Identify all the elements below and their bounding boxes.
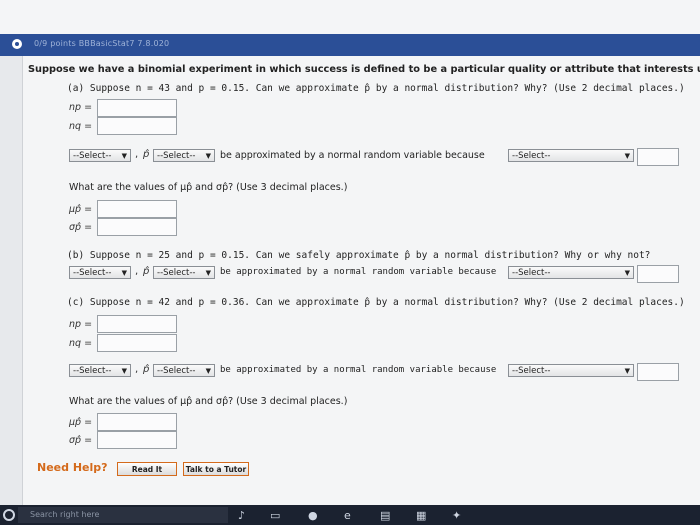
part-c-np-label: np = [69,319,93,330]
part-c-select-can-text: --Select-- [73,366,112,376]
part-b-select-can-text: --Select-- [73,268,112,278]
part-c-mu-input[interactable] [97,413,177,431]
dropdown-arrow-icon: ▼ [205,269,211,277]
question-status-icon [12,39,22,49]
part-c-mu-label: μp̂ = [69,417,93,428]
dropdown-arrow-icon: ▼ [624,367,630,375]
dropdown-arrow-icon: ▼ [624,269,630,277]
part-c-approx-text: be approximated by a normal random varia… [220,365,497,375]
part-a-p-hat: p̂ [143,149,150,160]
dropdown-arrow-icon: ▼ [205,367,211,375]
taskbar: Search right here ♪ ▭ ● e ▤ ▦ ✦ [0,505,700,525]
edge-icon[interactable]: e [344,509,351,522]
part-b-comma: , [135,266,139,277]
part-a-question: (a) Suppose n = 43 and p = 0.15. Can we … [67,83,685,94]
part-b-select-reason[interactable]: --Select-- ▼ [508,266,634,279]
part-c-select-will[interactable]: --Select-- ▼ [153,364,215,377]
talk-to-tutor-button[interactable]: Talk to a Tutor [183,462,249,476]
part-a-nq-input[interactable] [97,117,177,135]
part-c-sigma-input[interactable] [97,431,177,449]
part-b-approx-text: be approximated by a normal random varia… [220,267,497,277]
part-a-comma: , [135,149,139,160]
part-c-p-hat: p̂ [143,364,150,375]
task-view-icon[interactable]: ▭ [270,509,280,522]
part-a-mu-input[interactable] [97,200,177,218]
store-icon[interactable]: ▦ [416,509,426,522]
part-c-select-reason-text: --Select-- [512,366,551,376]
question-header-title: 0/9 points BBBasicStat7 7.8.020 [34,39,170,48]
part-c-select-reason[interactable]: --Select-- ▼ [508,364,634,377]
part-c-nq-input[interactable] [97,334,177,352]
part-c-comma: , [135,364,139,375]
app-icon[interactable]: ✦ [452,509,461,522]
part-b-select-can[interactable]: --Select-- ▼ [69,266,131,279]
part-a-mu-label: μp̂ = [69,204,93,215]
part-c-select-will-text: --Select-- [157,366,196,376]
dropdown-arrow-icon: ▼ [624,152,630,160]
part-c-select-can[interactable]: --Select-- ▼ [69,364,131,377]
part-a-np-input[interactable] [97,99,177,117]
part-b-reason-input[interactable] [637,265,679,283]
dropdown-arrow-icon: ▼ [121,269,127,277]
part-a-nq-label: nq = [69,121,93,132]
question-content: Suppose we have a binomial experiment in… [22,56,700,505]
part-a-np-label: np = [69,102,93,113]
read-it-button[interactable]: Read It [117,462,177,476]
part-a-sigma-label: σp̂ = [69,222,93,233]
part-a-select-can[interactable]: --Select-- ▼ [69,149,131,162]
part-a-mean-question: What are the values of μp̂ and σp̂? (Use… [69,182,348,193]
part-b-p-hat: p̂ [143,266,150,277]
part-a-select-reason-text: --Select-- [512,151,551,161]
part-c-reason-input[interactable] [637,363,679,381]
browser-icon[interactable]: ● [308,509,318,522]
problem-intro: Suppose we have a binomial experiment in… [28,64,700,75]
part-c-sigma-label: σp̂ = [69,435,93,446]
part-c-question: (c) Suppose n = 42 and p = 0.36. Can we … [67,297,685,308]
need-help-label: Need Help? [37,461,108,474]
part-a-select-can-text: --Select-- [73,151,112,161]
file-explorer-icon[interactable]: ▤ [380,509,390,522]
question-header: 0/9 points BBBasicStat7 7.8.020 [0,34,700,56]
browser-screen: 0/9 points BBBasicStat7 7.8.020 Suppose … [0,0,700,505]
part-c-np-input[interactable] [97,315,177,333]
part-b-question: (b) Suppose n = 25 and p = 0.15. Can we … [67,250,651,261]
dropdown-arrow-icon: ▼ [121,152,127,160]
part-b-select-reason-text: --Select-- [512,268,551,278]
part-a-select-will[interactable]: --Select-- ▼ [153,149,215,162]
part-a-sigma-input[interactable] [97,218,177,236]
start-icon[interactable] [3,509,15,521]
part-c-nq-label: nq = [69,338,93,349]
part-a-approx-text: be approximated by a normal random varia… [220,150,485,161]
part-b-select-will-text: --Select-- [157,268,196,278]
dropdown-arrow-icon: ▼ [205,152,211,160]
part-a-select-will-text: --Select-- [157,151,196,161]
part-a-reason-input[interactable] [637,148,679,166]
part-c-mean-question: What are the values of μp̂ and σp̂? (Use… [69,396,348,407]
microphone-icon[interactable]: ♪ [238,509,245,522]
part-a-select-reason[interactable]: --Select-- ▼ [508,149,634,162]
dropdown-arrow-icon: ▼ [121,367,127,375]
part-b-select-will[interactable]: --Select-- ▼ [153,266,215,279]
taskbar-search-placeholder: Search right here [30,510,100,519]
page-top-strip [0,0,700,34]
